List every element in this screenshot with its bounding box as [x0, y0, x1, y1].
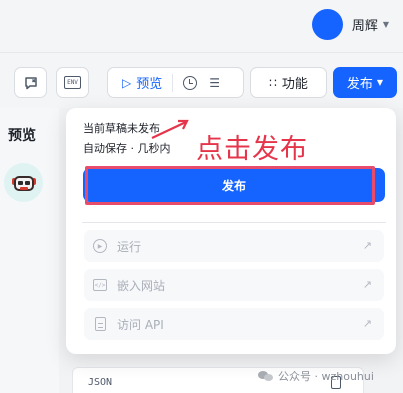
panel-title: 预览 — [8, 128, 36, 144]
option-label: 嵌入网站 — [117, 278, 166, 293]
play-icon[interactable]: ▷ — [122, 76, 131, 90]
chat-x-icon — [24, 76, 37, 89]
preview-panel: 预览 — [0, 108, 59, 393]
function-button[interactable]: ∷ 功能 — [250, 67, 327, 98]
document-icon — [93, 317, 107, 331]
option-embed[interactable]: </> 嵌入网站 ↗ — [84, 269, 384, 301]
avatar[interactable] — [311, 9, 343, 40]
arrow-up-right-icon: ↗ — [362, 317, 372, 330]
annotation-arrow — [151, 119, 189, 139]
apps-icon: ∷ — [269, 75, 277, 90]
watermark-text: 公众号 · wzhouhui — [278, 370, 374, 383]
toolbar: ENV ▷ 预览 ☰ ∷ 功能 发布 ▼ — [0, 52, 403, 108]
top-bar: 周辉 ▼ — [0, 0, 403, 52]
function-label: 功能 — [281, 77, 308, 92]
publish-dropdown-button[interactable]: 发布 ▼ — [333, 67, 397, 98]
wechat-icon — [258, 370, 274, 383]
json-label: JSON — [88, 377, 113, 388]
option-run[interactable]: ▶ 运行 ↗ — [84, 230, 384, 262]
watermark: 公众号 · wzhouhui — [258, 368, 374, 384]
option-label: 运行 — [117, 239, 142, 254]
autosave-status: 自动保存 · 几秒内 — [83, 142, 171, 155]
env-icon: ENV — [64, 76, 81, 89]
option-api[interactable]: 访问 API ↗ — [84, 308, 384, 340]
divider — [172, 73, 174, 92]
arrow-up-right-icon: ↗ — [362, 278, 372, 291]
embed-code-icon: </> — [93, 278, 107, 292]
env-button[interactable]: ENV — [56, 67, 89, 98]
draft-status: 当前草稿未发布 — [83, 122, 160, 135]
checklist-icon[interactable]: ☰ — [209, 76, 220, 90]
user-menu[interactable]: 周辉 ▼ — [311, 9, 389, 40]
option-label: 访问 API — [117, 317, 164, 332]
annotation-text: 点击发布 — [196, 134, 308, 165]
preview-group: ▷ 预览 ☰ — [107, 67, 244, 98]
robot-avatar — [4, 163, 43, 202]
chevron-down-icon: ▼ — [376, 78, 384, 87]
history-icon[interactable] — [183, 75, 198, 90]
arrow-up-right-icon: ↗ — [362, 239, 372, 252]
user-name: 周辉 — [351, 19, 378, 34]
robot-icon — [11, 172, 36, 194]
annotation-highlight-box — [85, 166, 375, 205]
play-circle-icon: ▶ — [93, 239, 107, 253]
prompt-diff-button[interactable] — [14, 67, 47, 98]
preview-button-label[interactable]: 预览 — [136, 73, 162, 92]
chevron-down-icon[interactable]: ▼ — [383, 20, 389, 29]
divider — [82, 222, 386, 223]
publish-label: 发布 — [346, 77, 373, 92]
